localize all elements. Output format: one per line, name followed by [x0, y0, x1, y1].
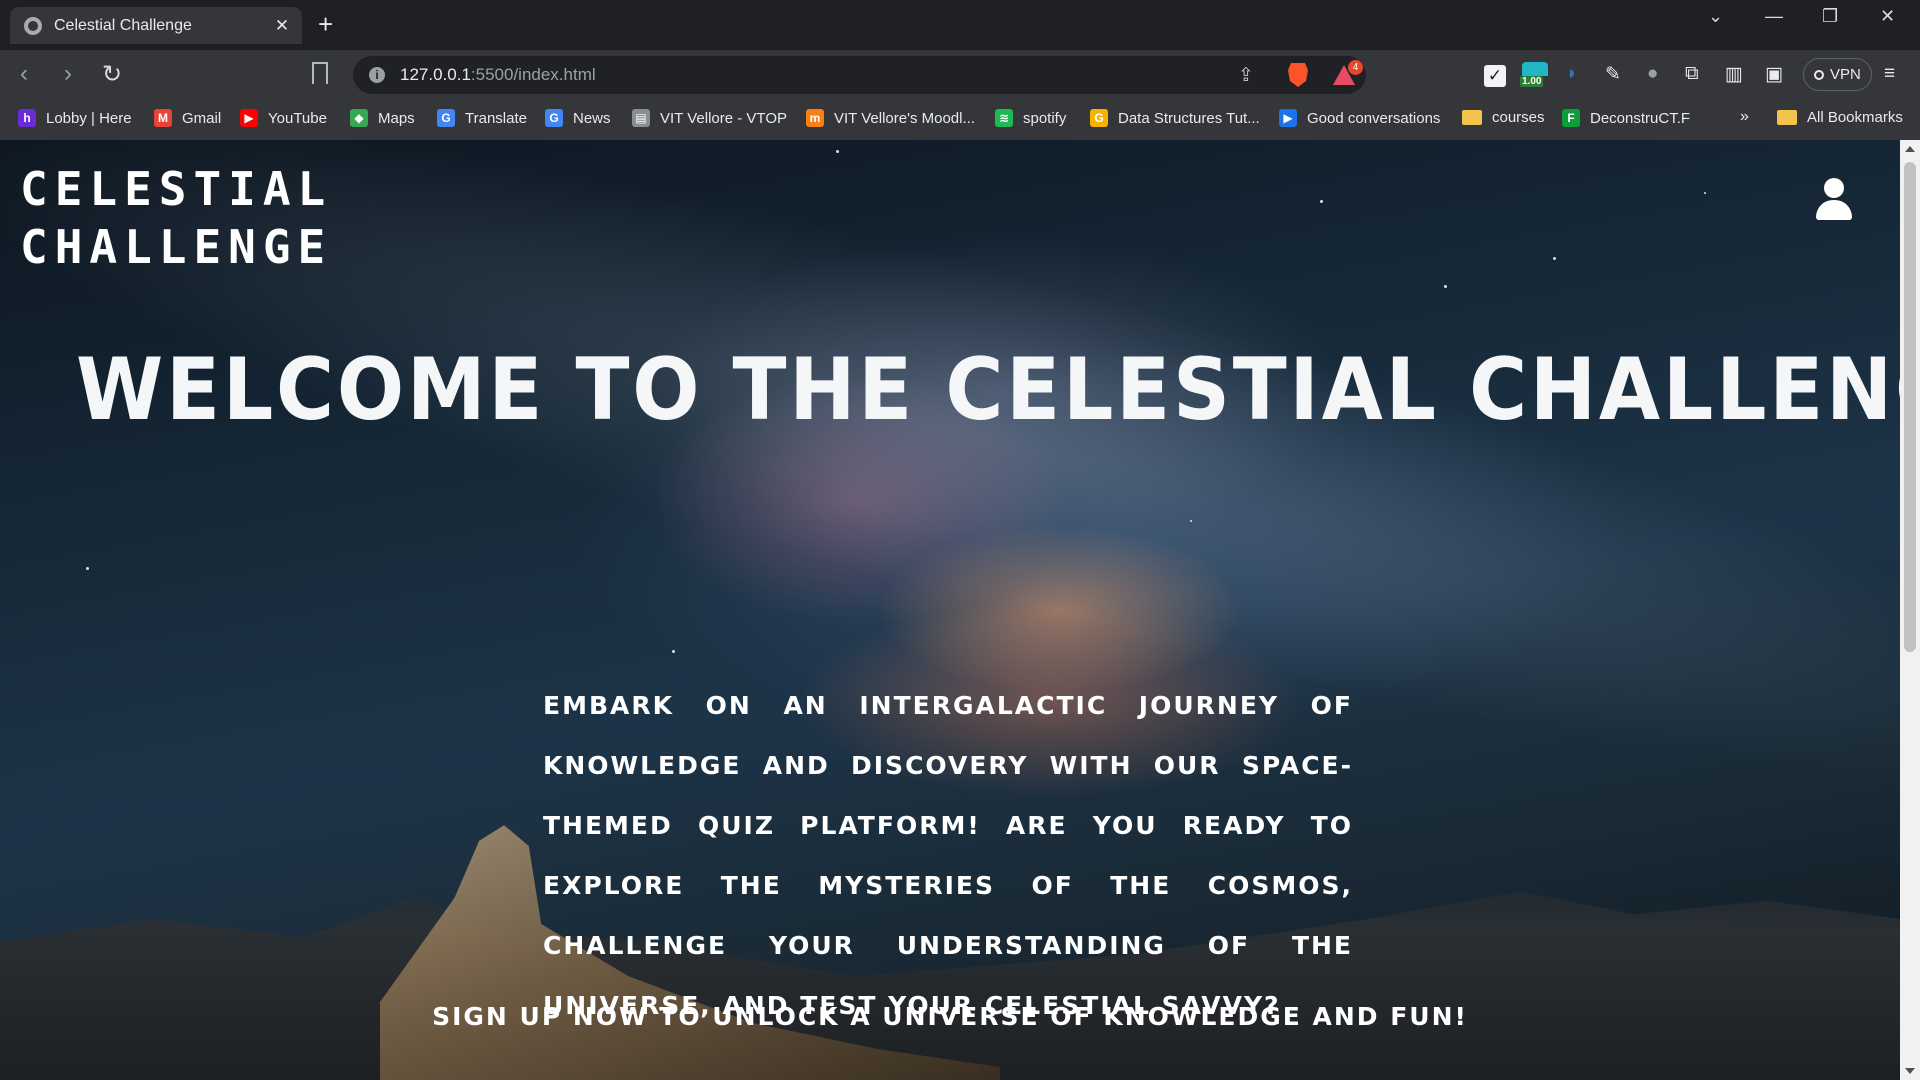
more-bookmarks-icon[interactable]: » [1740, 108, 1749, 126]
scroll-up-arrow[interactable] [1905, 146, 1915, 152]
reload-button[interactable]: ↻ [102, 60, 122, 89]
brave-shields-icon[interactable] [1288, 63, 1308, 87]
vpn-extension-icon[interactable]: ◗ [1566, 63, 1577, 85]
site-info-icon[interactable]: i [369, 67, 385, 83]
all-bookmarks-button[interactable]: All Bookmarks [1777, 109, 1903, 126]
close-window-button[interactable]: ✕ [1880, 6, 1895, 27]
bookmark-label: YouTube [268, 109, 327, 127]
bookmark-item[interactable]: m VIT Vellore's Moodl... [806, 109, 975, 127]
logo-line-1: CELESTIAL [20, 162, 333, 216]
bookmark-item[interactable]: G Translate [437, 109, 527, 127]
bookmark-label: Good conversations [1307, 109, 1441, 127]
scroll-down-arrow[interactable] [1905, 1068, 1915, 1074]
rewards-badge: 4 [1348, 60, 1363, 75]
tab-search-icon[interactable]: ⌄ [1708, 6, 1723, 27]
bookmark-favicon-icon: ◆ [350, 109, 368, 127]
mouse-icon[interactable]: ● [1647, 63, 1658, 85]
folder-icon [1777, 110, 1797, 125]
bookmarks-bar: » All Bookmarks h Lobby | Here M Gmail ▶ YouT… [0, 100, 1920, 140]
bookmark-favicon-icon: ▤ [632, 109, 650, 127]
bookmark-label: VIT Vellore - VTOP [660, 109, 787, 127]
intro-paragraph: Embark on an intergalactic journey of kn… [543, 691, 1353, 1020]
bookmark-favicon-icon: ≋ [995, 109, 1013, 127]
hero-title: WELCOME TO THE CELESTIAL CHALLENGE !!! [76, 340, 1900, 440]
bookmark-item[interactable]: G Data Structures Tut... [1090, 109, 1260, 127]
bookmark-item[interactable]: courses [1462, 109, 1545, 126]
bookmark-favicon-icon: F [1562, 109, 1580, 127]
sidebar-icon[interactable]: ▥ [1725, 63, 1743, 86]
bookmark-label: courses [1492, 109, 1545, 126]
extensions-icon[interactable]: ⧉ [1685, 63, 1699, 85]
bookmark-label: Lobby | Here [46, 109, 132, 127]
address-bar[interactable]: i 127.0.0.1:5500/index.html ⇪ 4 [353, 56, 1366, 94]
back-button[interactable]: ‹ [20, 60, 28, 88]
bookmark-item[interactable]: G News [545, 109, 611, 127]
page-scrollbar[interactable] [1900, 140, 1920, 1080]
bookmark-label: spotify [1023, 109, 1067, 127]
bookmark-label: VIT Vellore's Moodl... [834, 109, 975, 127]
bookmark-item[interactable]: F DeconstruCT.F [1562, 109, 1690, 127]
logo-line-2: CHALLENGE [20, 220, 333, 274]
bookmark-favicon-icon: ▶ [1279, 109, 1297, 127]
new-tab-button[interactable]: + [318, 10, 333, 38]
share-icon[interactable]: ⇪ [1238, 64, 1254, 87]
bookmark-icon[interactable] [312, 62, 328, 84]
bookmark-item[interactable]: ▶ Good conversations [1279, 109, 1440, 127]
score-extension-icon[interactable]: 1.00 [1520, 62, 1548, 90]
vpn-button[interactable]: VPN [1803, 58, 1872, 91]
bookmark-label: Data Structures Tut... [1118, 109, 1260, 127]
bookmark-favicon-icon: M [154, 109, 172, 127]
wallet-icon[interactable]: ▣ [1765, 63, 1783, 86]
restore-button[interactable]: ❐ [1822, 6, 1838, 27]
scroll-thumb[interactable] [1904, 162, 1916, 652]
bookmark-favicon-icon: G [437, 109, 455, 127]
user-profile-icon[interactable] [1814, 178, 1854, 222]
bookmark-item[interactable]: h Lobby | Here [18, 109, 132, 127]
bookmark-favicon-icon: ▶ [240, 109, 258, 127]
close-tab-icon[interactable]: ✕ [268, 16, 296, 36]
bookmark-item[interactable]: ▤ VIT Vellore - VTOP [632, 109, 787, 127]
site-logo[interactable]: CELESTIAL CHALLENGE [20, 160, 332, 276]
forward-button[interactable]: › [64, 60, 72, 88]
bookmark-label: News [573, 109, 611, 127]
bookmark-item[interactable]: M Gmail [154, 109, 221, 127]
folder-icon [1462, 110, 1482, 125]
bookmark-favicon-icon: m [806, 109, 824, 127]
bookmark-item[interactable]: ▶ YouTube [240, 109, 327, 127]
eyedropper-icon[interactable]: ✎ [1605, 63, 1621, 86]
bookmark-label: Translate [465, 109, 527, 127]
tab-title: Celestial Challenge [54, 16, 192, 34]
bookmark-label: Maps [378, 109, 415, 127]
page-viewport: CELESTIAL CHALLENGE WELCOME TO THE CELES… [0, 140, 1900, 1080]
tab-strip: Celestial Challenge ✕ + ⌄ — ❐ ✕ [0, 0, 1920, 50]
signup-cta-text: Sign up now to unlock a universe of know… [432, 1002, 1468, 1031]
bookmark-label: Gmail [182, 109, 222, 127]
bookmark-favicon-icon: G [545, 109, 563, 127]
minimize-button[interactable]: — [1765, 6, 1783, 27]
menu-icon[interactable]: ≡ [1884, 63, 1895, 85]
browser-tab[interactable]: Celestial Challenge ✕ [10, 7, 302, 44]
url-text[interactable]: 127.0.0.1:5500/index.html [400, 65, 596, 85]
bookmark-item[interactable]: ≋ spotify [995, 109, 1066, 127]
bookmark-favicon-icon: G [1090, 109, 1108, 127]
globe-icon [24, 16, 42, 35]
bookmark-favicon-icon: h [18, 109, 36, 127]
checkbox-extension-icon[interactable]: ✓ [1484, 65, 1506, 87]
bookmark-item[interactable]: ◆ Maps [350, 109, 415, 127]
browser-toolbar: ‹ › ↻ i 127.0.0.1:5500/index.html ⇪ 4 ✓ … [0, 50, 1920, 100]
bookmark-label: DeconstruCT.F [1590, 109, 1691, 127]
